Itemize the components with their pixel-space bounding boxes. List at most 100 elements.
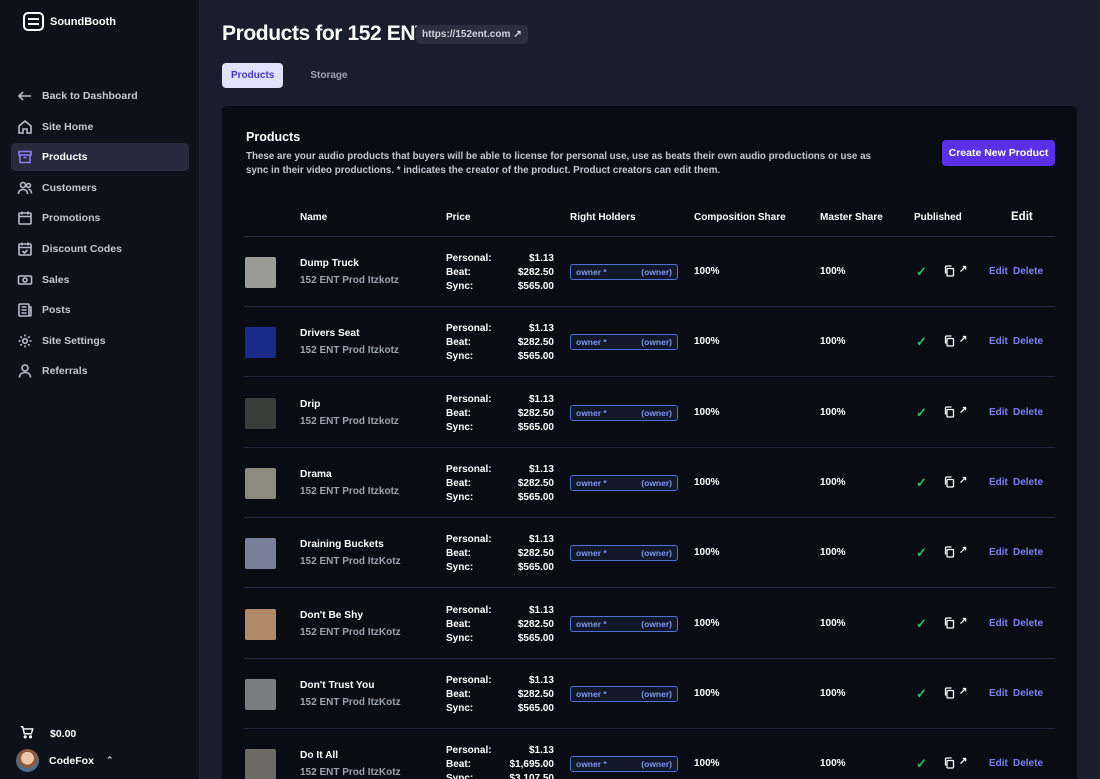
price-values: $1.13 $282.50 $565.00 [484, 322, 554, 364]
right-holder-role: (owner) [641, 759, 672, 770]
external-link-icon[interactable]: ↗ [959, 686, 967, 697]
price-personal: $1.13 [528, 393, 554, 405]
right-holder-name: owner * [576, 267, 607, 277]
price-values: $1.13 $282.50 $565.00 [484, 604, 554, 646]
sidebar-item-label: Customers [42, 181, 97, 194]
sidebar-item-back-to-dashboard[interactable]: Back to Dashboard [11, 82, 189, 110]
external-link-icon[interactable]: ↗ [959, 545, 967, 556]
edit-link[interactable]: Edit [989, 547, 1008, 558]
product-thumbnail[interactable] [245, 608, 276, 640]
copy-icon[interactable] [944, 546, 955, 558]
product-thumbnail[interactable] [245, 678, 276, 710]
sidebar-item-products[interactable]: Products [11, 143, 189, 172]
create-new-product-button[interactable]: Create New Product [942, 140, 1055, 166]
edit-link[interactable]: Edit [989, 688, 1008, 699]
copy-icon[interactable] [944, 616, 955, 629]
right-holder-badge[interactable]: owner * (owner) [570, 404, 678, 421]
external-link-icon[interactable]: ↗ [959, 616, 967, 627]
sidebar-item-site-home[interactable]: Site Home [11, 113, 189, 141]
master-share: 100% [820, 476, 846, 488]
copy-icon[interactable] [944, 757, 955, 769]
composition-share: 100% [694, 336, 720, 348]
user-icon [17, 363, 33, 379]
table-row: Do It All 152 ENT Prod ItzKotz Personal: Be… [222, 729, 1077, 779]
right-holder-role: (owner) [641, 477, 672, 488]
sidebar-item-customers[interactable]: Customers [11, 174, 189, 202]
tab-products[interactable]: Products [222, 63, 284, 88]
master-share: 100% [820, 406, 846, 418]
delete-link[interactable]: Delete [1013, 477, 1043, 488]
right-holder-badge[interactable]: owner * (owner) [570, 264, 678, 280]
sidebar-item-discount-codes[interactable]: Discount Codes [11, 235, 189, 263]
edit-link[interactable]: Edit [989, 336, 1008, 347]
copy-icon[interactable] [944, 476, 955, 488]
sidebar-item-referrals[interactable]: Referrals [11, 357, 189, 385]
product-thumbnail[interactable] [245, 749, 276, 779]
price-values: $1.13 $282.50 $565.00 [484, 463, 554, 505]
product-artist: 152 ENT Prod Itzkotz [300, 275, 399, 286]
edit-link[interactable]: Edit [989, 477, 1008, 488]
product-thumbnail[interactable] [245, 257, 276, 288]
price-personal: $1.13 [528, 463, 554, 475]
price-values: $1.13 $282.50 $565.00 [484, 252, 554, 294]
right-holder-role: (owner) [641, 548, 672, 559]
delete-link[interactable]: Delete [1013, 758, 1043, 769]
app-logo[interactable]: SoundBooth [23, 12, 116, 31]
composition-share: 100% [694, 547, 720, 559]
product-thumbnail[interactable] [245, 397, 276, 429]
right-holder-badge[interactable]: owner * (owner) [570, 615, 678, 632]
user-menu[interactable]: CodeFox ⌃ [16, 749, 113, 772]
external-link-icon[interactable]: ↗ [959, 756, 967, 767]
price-sync: $565.00 [517, 491, 554, 503]
cart[interactable]: $0.00 [20, 725, 76, 742]
delete-link[interactable]: Delete [1013, 266, 1043, 277]
price-beat: $282.50 [517, 477, 554, 489]
edit-link[interactable]: Edit [989, 618, 1008, 629]
column-header-name: Name [300, 212, 328, 223]
price-beat: $1,695.00 [509, 759, 555, 771]
price-beat: $282.50 [517, 267, 554, 278]
right-holder-badge[interactable]: owner * (owner) [570, 474, 678, 491]
delete-link[interactable]: Delete [1013, 618, 1043, 629]
tab-bar: Products Storage [222, 63, 357, 88]
copy-icon[interactable] [944, 687, 955, 699]
composition-share: 100% [694, 476, 720, 488]
table-row: Drivers Seat 152 ENT Prod Itzkotz Personal… [222, 307, 1077, 378]
sidebar-item-posts[interactable]: Posts [11, 296, 189, 324]
tab-storage[interactable]: Storage [301, 63, 356, 88]
product-thumbnail[interactable] [245, 327, 276, 359]
price-values: $1.13 $282.50 $565.00 [484, 533, 554, 575]
edit-link[interactable]: Edit [989, 758, 1008, 769]
product-name: Don't Trust You [300, 679, 375, 691]
price-values: $1.13 $282.50 $565.00 [484, 674, 554, 716]
sidebar-item-sales[interactable]: Sales [11, 266, 189, 294]
sidebar-item-promotions[interactable]: Promotions [11, 204, 189, 232]
delete-link[interactable]: Delete [1013, 336, 1043, 347]
composition-share: 100% [694, 617, 720, 629]
column-header-edit: Edit [1011, 211, 1033, 223]
delete-link[interactable]: Delete [1013, 547, 1043, 558]
delete-link[interactable]: Delete [1013, 688, 1043, 699]
external-link-icon[interactable]: ↗ [959, 334, 967, 345]
product-thumbnail[interactable] [245, 467, 276, 499]
external-link-icon[interactable]: ↗ [959, 264, 967, 275]
published-check-icon: ✓ [916, 334, 927, 350]
right-holder-badge[interactable]: owner * (owner) [570, 545, 678, 562]
column-header-master-share: Master Share [820, 212, 883, 223]
external-link-icon[interactable]: ↗ [959, 475, 967, 486]
right-holder-badge[interactable]: owner * (owner) [570, 685, 678, 702]
right-holder-badge[interactable]: owner * (owner) [570, 756, 678, 773]
product-thumbnail[interactable] [245, 538, 276, 570]
external-link-icon[interactable]: ↗ [959, 405, 967, 416]
delete-link[interactable]: Delete [1013, 407, 1043, 418]
copy-icon[interactable] [944, 405, 955, 418]
right-holder-badge[interactable]: owner * (owner) [570, 334, 678, 351]
edit-link[interactable]: Edit [989, 266, 1008, 277]
site-url-link[interactable]: https://152ent.com ↗ [416, 25, 528, 44]
price-personal: $1.13 [528, 604, 554, 616]
copy-icon[interactable] [944, 335, 955, 347]
edit-link[interactable]: Edit [989, 407, 1008, 418]
sidebar-item-site-settings[interactable]: Site Settings [11, 327, 189, 355]
copy-icon[interactable] [944, 265, 955, 277]
sidebar-item-label: Site Home [42, 120, 94, 133]
